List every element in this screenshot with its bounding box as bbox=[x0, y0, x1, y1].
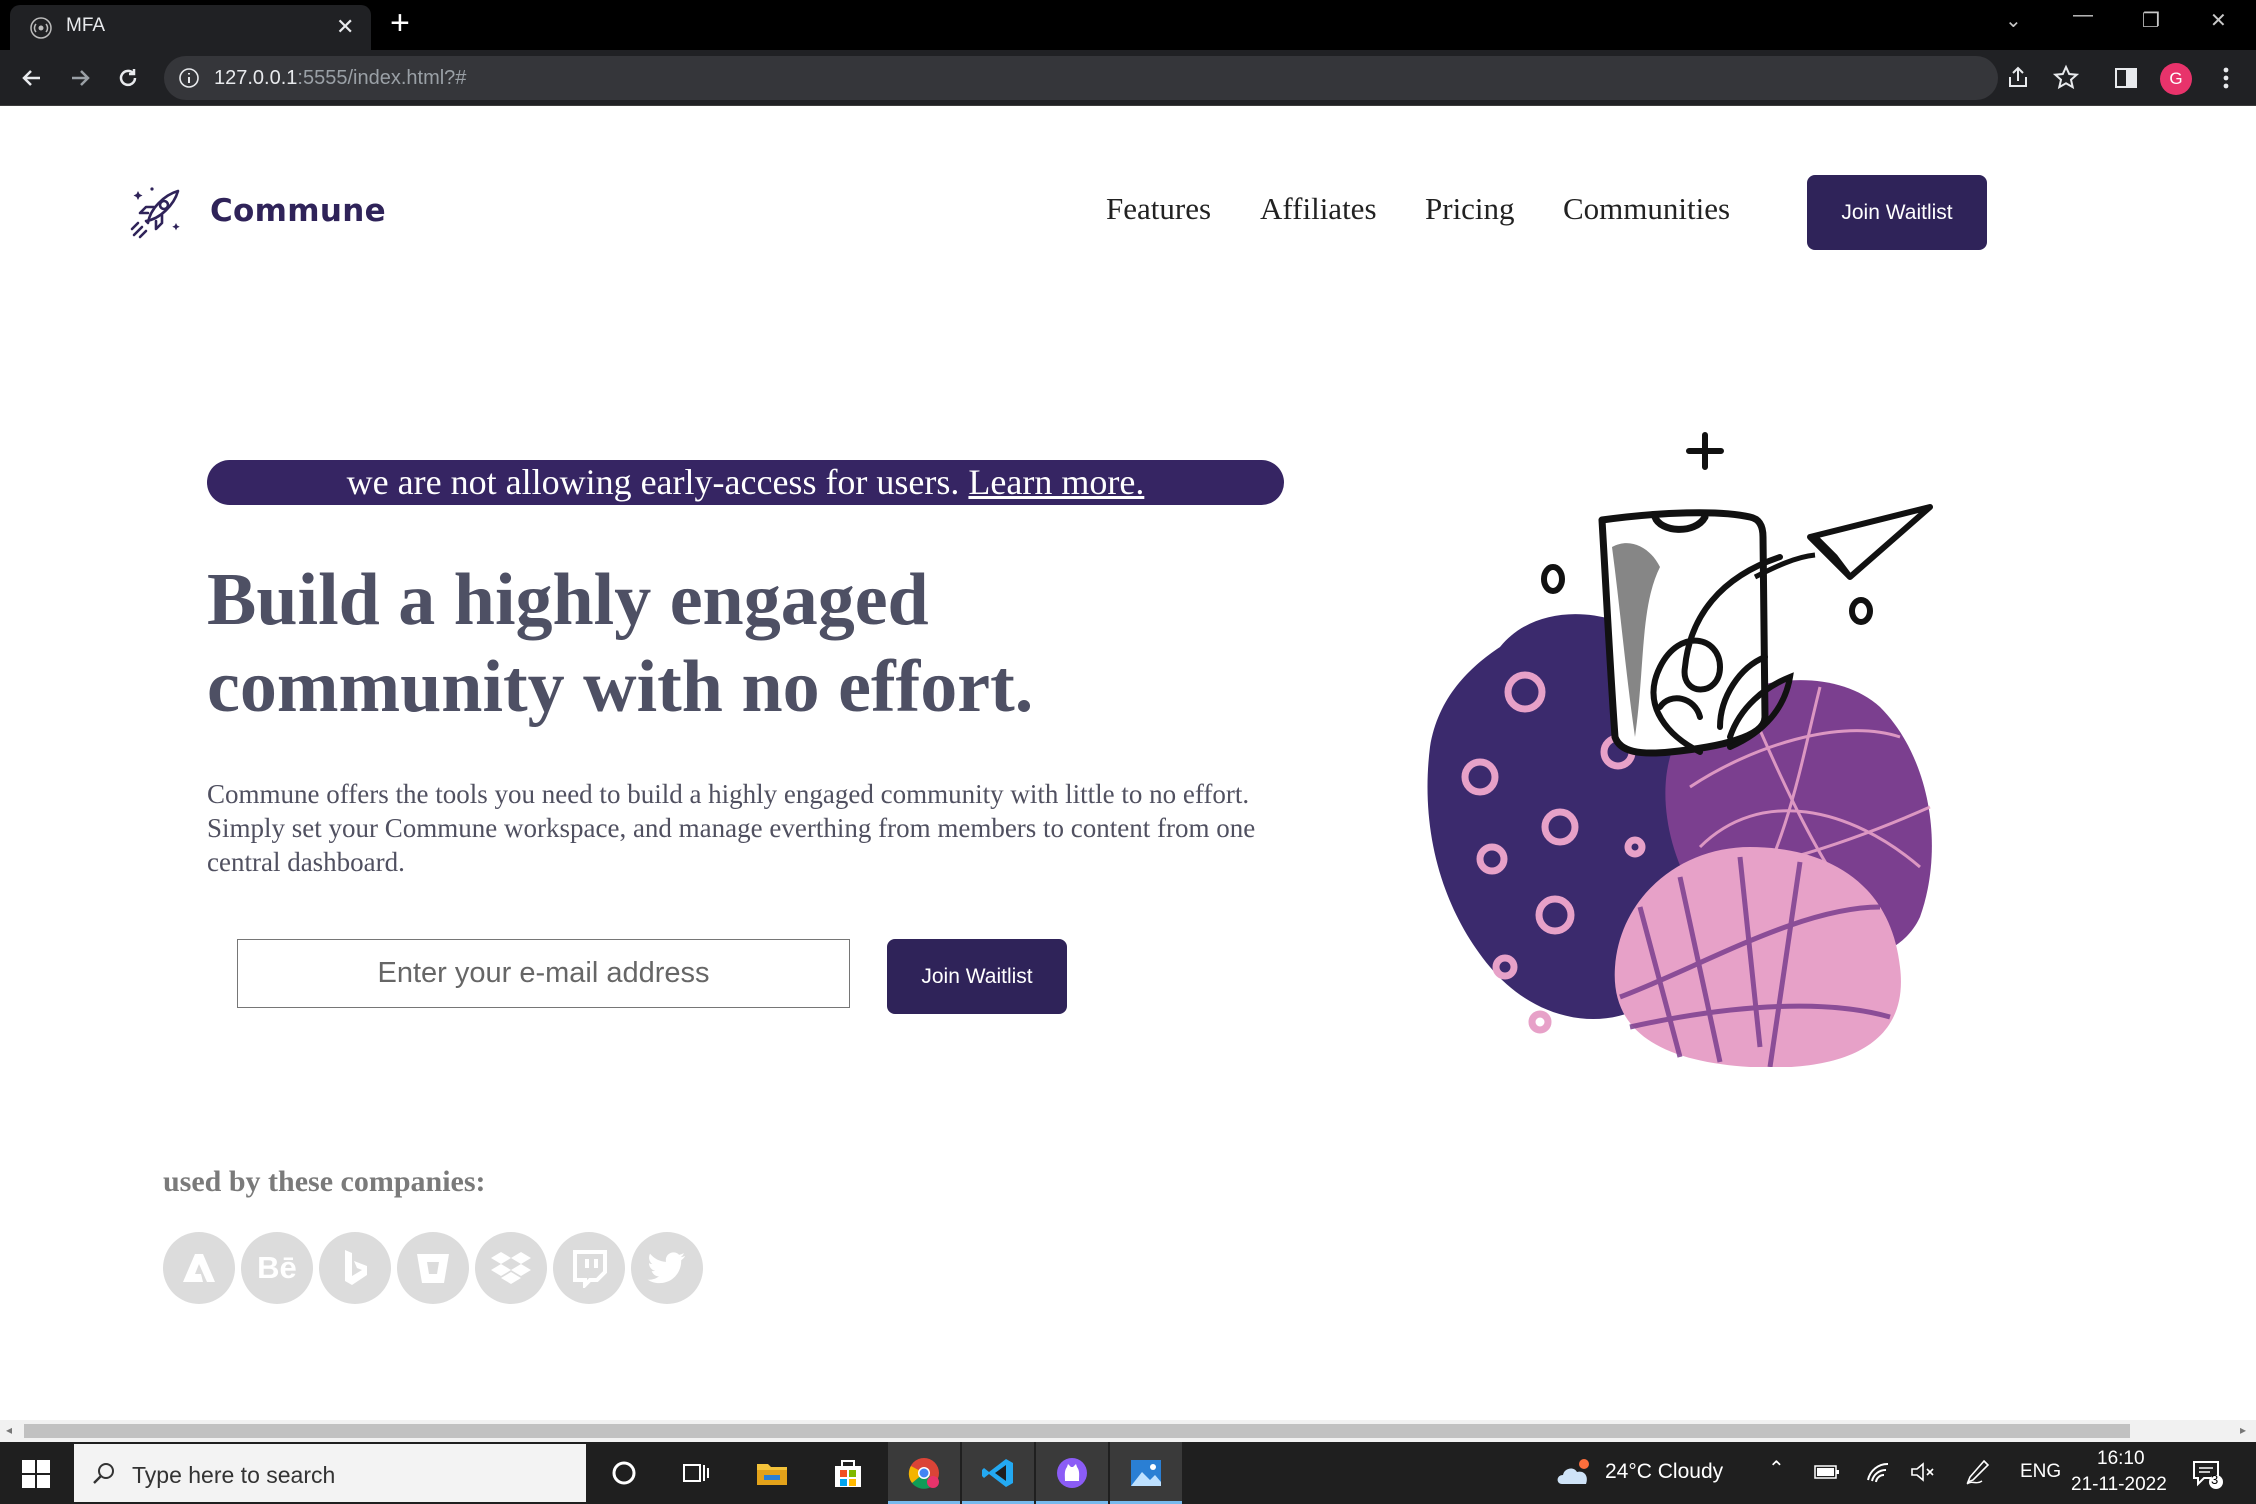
tray-expand-icon[interactable]: ⌃ bbox=[1768, 1456, 1785, 1481]
bookmark-star-icon[interactable] bbox=[2052, 64, 2080, 92]
email-input[interactable] bbox=[237, 939, 850, 1008]
paper-plane-drawing bbox=[1807, 504, 1933, 580]
brand-name[interactable]: Commune bbox=[210, 193, 386, 229]
taskbar-search-box[interactable]: Type here to search bbox=[74, 1444, 586, 1502]
url-text[interactable]: 127.0.0.1:5555/index.html?# bbox=[214, 67, 466, 90]
hero-join-waitlist-button[interactable]: Join Waitlist bbox=[887, 939, 1067, 1014]
browser-tabbar: MFA ✕ + ⌄ — ❐ ✕ bbox=[0, 0, 2256, 50]
nav-link-affiliates[interactable]: Affiliates bbox=[1260, 191, 1377, 227]
taskbar-search-placeholder: Type here to search bbox=[132, 1462, 336, 1488]
scrollbar-thumb[interactable] bbox=[24, 1424, 2130, 1438]
side-panel-icon[interactable] bbox=[2112, 64, 2140, 92]
pen-icon[interactable] bbox=[1964, 1458, 1990, 1486]
nav-link-communities[interactable]: Communities bbox=[1563, 191, 1730, 227]
search-icon bbox=[93, 1463, 114, 1484]
broadcast-icon bbox=[30, 17, 52, 39]
microsoft-store-icon[interactable] bbox=[812, 1442, 884, 1504]
dropbox-logo-icon[interactable] bbox=[475, 1232, 547, 1304]
notifications-icon[interactable] bbox=[2190, 1456, 2224, 1490]
cortana-icon[interactable] bbox=[588, 1442, 660, 1504]
scroll-left-icon[interactable]: ◂ bbox=[6, 1423, 12, 1437]
page-viewport: Commune Features Affiliates Pricing Comm… bbox=[0, 107, 2256, 1420]
file-explorer-icon[interactable] bbox=[736, 1442, 808, 1504]
back-icon[interactable] bbox=[14, 60, 50, 96]
battery-icon[interactable] bbox=[1814, 1464, 1840, 1480]
info-icon[interactable] bbox=[178, 67, 200, 89]
notification-count: 3 bbox=[2211, 1472, 2219, 1487]
headline-line-2: community with no effort. bbox=[207, 646, 1034, 728]
bing-logo-icon[interactable] bbox=[319, 1232, 391, 1304]
photos-taskbar-icon[interactable] bbox=[1110, 1442, 1182, 1504]
nav-link-pricing[interactable]: Pricing bbox=[1425, 191, 1515, 227]
vscode-taskbar-icon[interactable] bbox=[962, 1442, 1034, 1504]
behance-logo-icon[interactable]: Bē bbox=[241, 1232, 313, 1304]
menu-kebab-icon[interactable] bbox=[2212, 64, 2240, 92]
horizontal-scrollbar[interactable]: ◂ ▸ bbox=[0, 1420, 2256, 1442]
window-close-icon[interactable]: ✕ bbox=[2210, 8, 2227, 33]
clock-time[interactable]: 16:10 bbox=[2097, 1448, 2145, 1470]
hero-headline: Build a highly engaged community with no… bbox=[207, 557, 1307, 731]
minimize-icon[interactable]: — bbox=[2073, 4, 2093, 27]
tab-title: MFA bbox=[66, 15, 106, 36]
share-icon[interactable] bbox=[2004, 64, 2032, 92]
task-view-icon[interactable] bbox=[660, 1442, 732, 1504]
chrome-taskbar-icon[interactable] bbox=[888, 1442, 960, 1504]
wifi-icon[interactable] bbox=[1866, 1460, 1892, 1484]
weather-text[interactable]: 24°C Cloudy bbox=[1605, 1460, 1723, 1484]
bitbucket-logo-icon[interactable] bbox=[397, 1232, 469, 1304]
language-indicator[interactable]: ENG bbox=[2020, 1461, 2061, 1483]
rocket-logo-icon[interactable] bbox=[128, 183, 186, 241]
weather-cloudy-icon[interactable] bbox=[1554, 1456, 1596, 1488]
restore-icon[interactable]: ❐ bbox=[2142, 8, 2160, 33]
profile-avatar[interactable]: G bbox=[2160, 63, 2192, 95]
github-desktop-icon[interactable] bbox=[1036, 1442, 1108, 1504]
forward-icon[interactable] bbox=[62, 60, 98, 96]
nav-link-features[interactable]: Features bbox=[1106, 191, 1211, 227]
new-tab-button[interactable]: + bbox=[390, 6, 410, 40]
windows-start-icon[interactable] bbox=[22, 1460, 50, 1488]
clock-date[interactable]: 21-11-2022 bbox=[2071, 1474, 2167, 1496]
headline-line-1: Build a highly engaged bbox=[207, 559, 929, 641]
twitter-logo-icon[interactable] bbox=[631, 1232, 703, 1304]
browser-toolbar: 127.0.0.1:5555/index.html?# G bbox=[0, 50, 2256, 106]
banner-text: we are not allowing early-access for use… bbox=[346, 462, 969, 502]
used-by-heading: used by these companies: bbox=[163, 1165, 486, 1198]
tab-search-icon[interactable]: ⌄ bbox=[2005, 8, 2022, 33]
reload-icon[interactable] bbox=[110, 60, 146, 96]
volume-muted-icon[interactable] bbox=[1910, 1460, 1936, 1484]
scroll-right-icon[interactable]: ▸ bbox=[2240, 1423, 2246, 1437]
twitch-logo-icon[interactable] bbox=[553, 1232, 625, 1304]
nav-join-waitlist-button[interactable]: Join Waitlist bbox=[1807, 175, 1987, 250]
adobe-logo-icon[interactable] bbox=[163, 1232, 235, 1304]
announcement-banner: we are not allowing early-access for use… bbox=[207, 460, 1284, 505]
learn-more-link[interactable]: Learn more. bbox=[968, 462, 1144, 502]
tab-close-icon[interactable]: ✕ bbox=[336, 14, 354, 40]
address-bar[interactable]: 127.0.0.1:5555/index.html?# bbox=[164, 56, 1998, 100]
hero-illustration bbox=[1427, 432, 1933, 1067]
windows-taskbar: Type here to search 24°C Cloudy ⌃ ENG 16… bbox=[0, 1442, 2256, 1504]
browser-tab[interactable]: MFA ✕ bbox=[10, 5, 371, 50]
hero-description: Commune offers the tools you need to bui… bbox=[207, 779, 1256, 877]
